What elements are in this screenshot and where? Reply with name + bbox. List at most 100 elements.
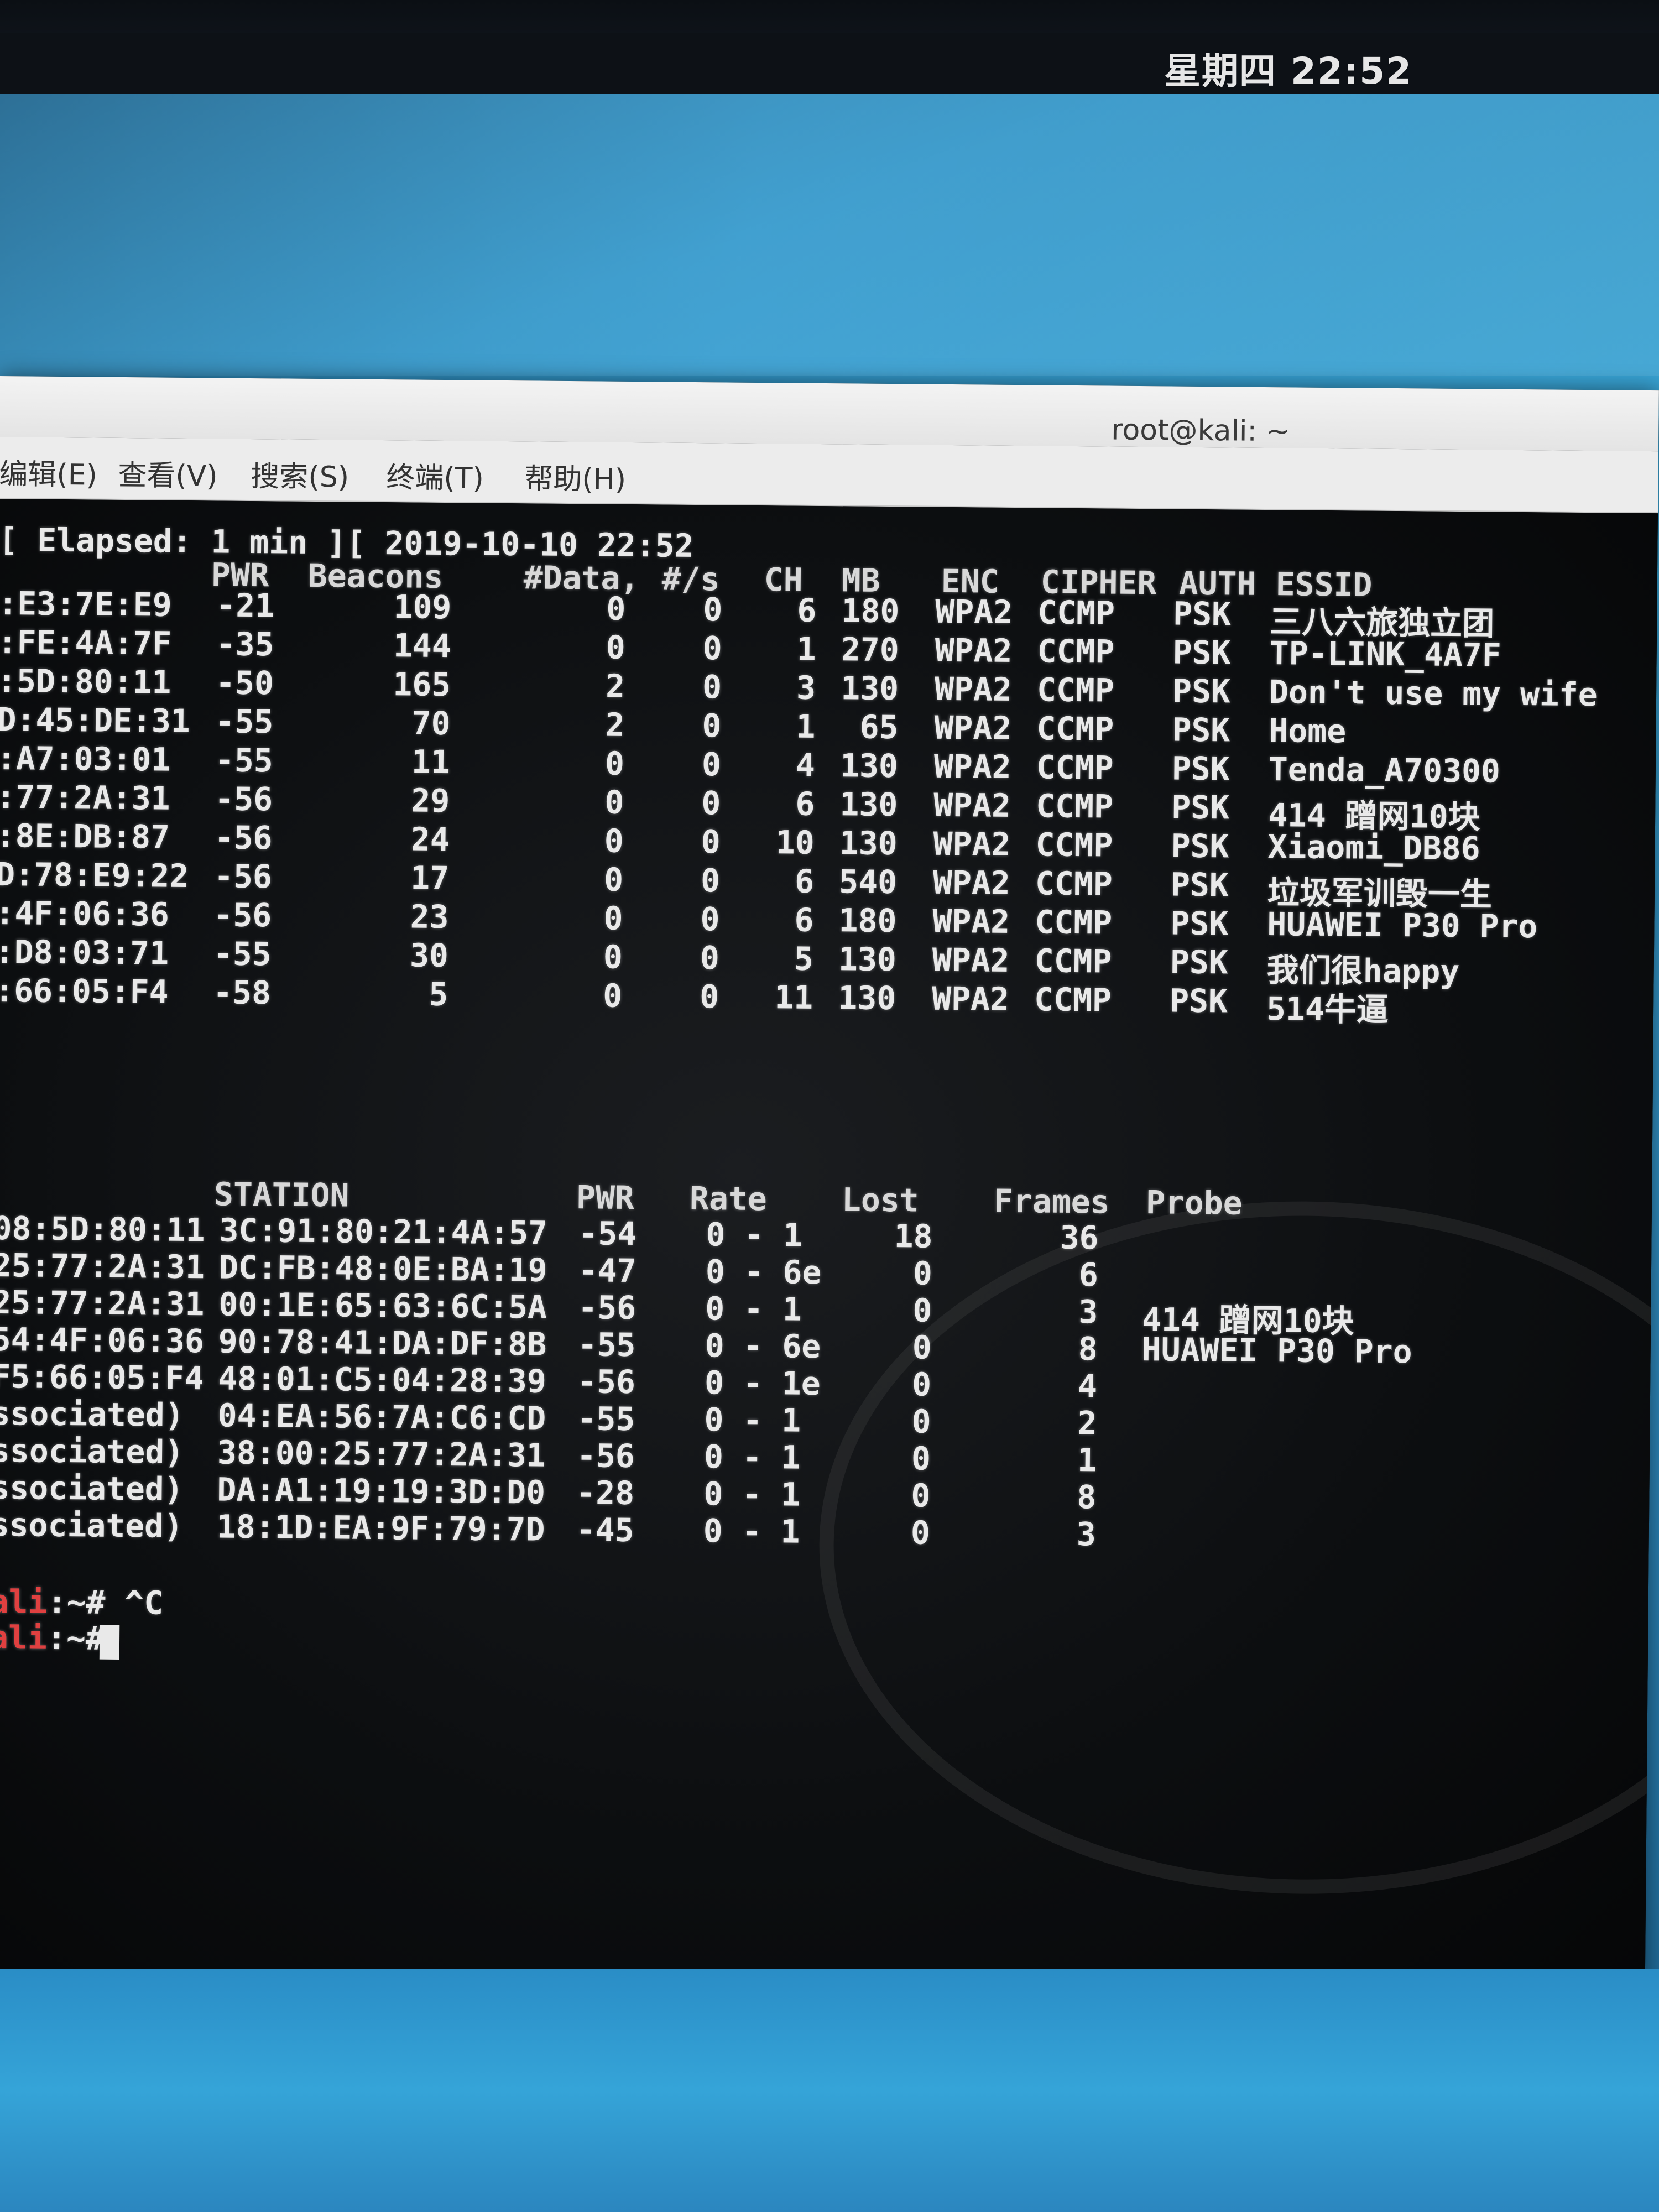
ap-essid: Xiaomi_DB86: [1267, 828, 1481, 868]
ap-mb: 180: [838, 901, 897, 940]
ap-auth: PSK: [1170, 865, 1229, 904]
menu-help[interactable]: 帮助(H): [524, 455, 626, 498]
ap-per-sec: 0: [702, 707, 722, 745]
ap-essid: 514牛逼: [1266, 990, 1389, 1029]
station-mac: 48:01:C5:04:28:39: [217, 1359, 547, 1400]
ap-channel: 6: [794, 901, 814, 939]
station-lost: 0: [911, 1365, 932, 1404]
ap-pwr: -55: [215, 702, 274, 741]
terminal-window[interactable]: root@kali: ~ 编辑(E) 查看(V) 搜索(S) 终端(T) 帮助(…: [0, 376, 1659, 1989]
ap-cipher: CCMP: [1036, 671, 1115, 709]
station-bssid: 25:77:2A:31: [0, 1283, 205, 1323]
terminal-cursor: [99, 1625, 120, 1660]
ap-cipher: CCMP: [1035, 787, 1114, 826]
station-rate: 0 - 1: [706, 1215, 803, 1254]
ap-per-sec: 0: [700, 939, 720, 977]
ap-channel: 6: [795, 785, 815, 823]
menu-edit[interactable]: 编辑(E): [0, 451, 97, 493]
ap-pwr: -56: [215, 780, 273, 818]
menu-terminal[interactable]: 终端(T): [386, 454, 484, 497]
station-rate: 0 - 1: [705, 1290, 802, 1328]
station-frames: 2: [1077, 1404, 1097, 1442]
station-frames: 4: [1077, 1367, 1098, 1405]
station-rate: 0 - 1: [703, 1512, 800, 1551]
panel-clock[interactable]: 星期四 22:52: [1164, 41, 1412, 95]
ap-beacons: 17: [410, 859, 450, 898]
ap-enc: WPA2: [935, 631, 1013, 670]
station-lost: 0: [912, 1328, 932, 1366]
ap-bssid: :D8:03:71: [0, 932, 169, 972]
ap-data: 2: [605, 667, 625, 705]
ap-bssid: :5D:80:11: [0, 661, 171, 701]
ap-channel: 5: [794, 940, 814, 978]
station-frames: 36: [1060, 1218, 1099, 1257]
station-probe: HUAWEI P30 Pro: [1141, 1331, 1412, 1371]
ap-channel: 6: [794, 862, 815, 900]
terminal-output[interactable]: [ Elapsed: 1 min ][ 2019-10-10 22:52 PWR…: [0, 498, 1658, 1989]
prompt-host: ali: [0, 1618, 48, 1657]
ap-mb: 130: [839, 785, 898, 824]
ap-mb: 130: [839, 824, 898, 863]
station-bssid: F5:66:05:F4: [0, 1357, 204, 1397]
station-rate: 0 - 6e: [705, 1327, 821, 1366]
station-frames: 6: [1078, 1256, 1099, 1294]
ap-cipher: CCMP: [1034, 980, 1112, 1019]
ap-per-sec: 0: [700, 900, 720, 938]
station-frames: 3: [1076, 1515, 1097, 1553]
ap-cipher: CCMP: [1035, 903, 1113, 942]
ap-channel: 1: [796, 707, 816, 745]
ap-cipher: CCMP: [1037, 593, 1115, 632]
ap-beacons: 144: [393, 627, 452, 665]
ap-auth: PSK: [1172, 711, 1230, 749]
ap-bssid: D:78:E9:22: [0, 855, 189, 895]
station-bssid: ssociated): [0, 1431, 184, 1471]
station-bssid: ssociated): [0, 1468, 184, 1508]
station-mac: 3C:91:80:21:4A:57: [219, 1211, 548, 1252]
ap-cipher: CCMP: [1036, 709, 1114, 748]
ap-enc: WPA2: [932, 902, 1010, 941]
ap-auth: PSK: [1171, 749, 1230, 788]
ap-cipher: CCMP: [1034, 942, 1112, 980]
ap-per-sec: 0: [702, 629, 723, 667]
ap-data: 0: [604, 783, 624, 821]
ap-pwr: -21: [216, 586, 275, 625]
ap-per-sec: 0: [702, 668, 722, 706]
header-probe: Probe: [1145, 1183, 1243, 1222]
station-frames: 1: [1077, 1441, 1097, 1479]
menu-search[interactable]: 搜索(S): [251, 453, 349, 495]
ap-enc: WPA2: [932, 863, 1011, 902]
station-pwr: -56: [576, 1437, 635, 1475]
ap-beacons: 30: [409, 936, 449, 975]
ap-essid: TP-LINK_4A7F: [1269, 634, 1502, 674]
prompt-host: ali: [0, 1582, 48, 1621]
ap-essid: Don't use my wife: [1269, 673, 1598, 714]
header-lost: Lost: [841, 1181, 920, 1219]
ap-data: 0: [603, 899, 623, 937]
station-pwr: -28: [576, 1474, 635, 1512]
ap-beacons: 70: [411, 704, 451, 743]
ap-auth: PSK: [1171, 788, 1230, 827]
ap-auth: PSK: [1172, 633, 1231, 672]
ap-auth: PSK: [1173, 594, 1232, 633]
ap-pwr: -50: [215, 664, 274, 702]
station-lost: 18: [894, 1217, 933, 1255]
ap-cipher: CCMP: [1037, 632, 1115, 671]
desktop-background: [0, 94, 1659, 376]
station-pwr: -55: [577, 1326, 636, 1364]
ap-channel: 4: [795, 746, 816, 784]
station-mac: 04:EA:56:7A:C6:CD: [217, 1396, 546, 1437]
ap-channel: 10: [775, 823, 815, 862]
station-pwr: -45: [576, 1511, 634, 1550]
menu-view[interactable]: 查看(V): [118, 452, 218, 494]
ap-pwr: -35: [216, 625, 274, 664]
header-rate: Rate: [689, 1179, 768, 1218]
station-rate: 0 - 1e: [704, 1364, 821, 1403]
station-rate: 0 - 1: [703, 1438, 801, 1477]
station-bssid: ssociated): [0, 1394, 185, 1434]
ap-cipher: CCMP: [1036, 748, 1114, 787]
ap-per-sec: 0: [703, 591, 723, 629]
ap-bssid: :E3:7E:E9: [0, 584, 172, 624]
ap-beacons: 23: [410, 898, 449, 936]
ap-beacons: 165: [393, 665, 451, 704]
ap-enc: WPA2: [933, 747, 1011, 786]
